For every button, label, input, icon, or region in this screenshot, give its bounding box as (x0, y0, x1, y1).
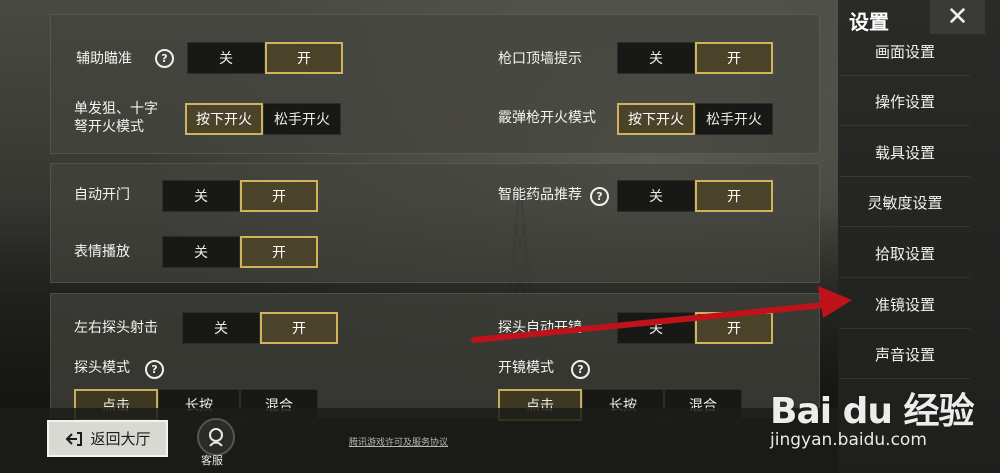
emote-on-button[interactable]: 开 (240, 236, 318, 268)
peek-scope-off-button[interactable]: 关 (617, 312, 695, 344)
aim-assist-toggle: 关 开 (187, 42, 343, 74)
back-to-lobby-label: 返回大厅 (90, 430, 151, 448)
muzzle-wall-toggle: 关 开 (617, 42, 773, 74)
sniper-press-fire-button[interactable]: 按下开火 (185, 103, 263, 135)
peek-fire-on-button[interactable]: 开 (260, 312, 338, 344)
baidu-watermark: Bai du 经验 jingyan.baidu.com (770, 370, 995, 470)
aim-assist-label: 辅助瞄准 (76, 51, 132, 67)
peek-scope-label: 探头自动开镜 (498, 320, 582, 336)
peek-fire-toggle: 关 开 (182, 312, 338, 344)
help-icon[interactable]: ? (571, 360, 590, 379)
sniper-release-fire-button[interactable]: 松手开火 (263, 103, 341, 135)
aim-assist-on-button[interactable]: 开 (265, 42, 343, 74)
sniper-fire-label-line1: 单发狙、十字 (74, 101, 158, 117)
shotgun-press-fire-button[interactable]: 按下开火 (617, 103, 695, 135)
shotgun-fire-label: 霰弹枪开火模式 (498, 110, 596, 126)
sniper-fire-toggle: 按下开火 松手开火 (185, 103, 341, 135)
sidebar-item-sensitivity[interactable]: 灵敏度设置 (840, 178, 970, 227)
emote-toggle: 关 开 (162, 236, 318, 268)
smart-meds-label: 智能药品推荐 (498, 187, 582, 203)
help-icon[interactable]: ? (590, 187, 609, 206)
customer-service-label[interactable]: 客服 (201, 452, 223, 468)
peek-fire-off-button[interactable]: 关 (182, 312, 260, 344)
back-arrow-icon (66, 431, 83, 446)
sidebar-item-vehicle[interactable]: 载具设置 (840, 128, 970, 177)
help-icon[interactable]: ? (155, 49, 174, 68)
peek-scope-toggle: 关 开 (617, 312, 773, 344)
shotgun-fire-toggle: 按下开火 松手开火 (617, 103, 773, 135)
auto-door-toggle: 关 开 (162, 180, 318, 212)
aim-assist-off-button[interactable]: 关 (187, 42, 265, 74)
muzzle-wall-label: 枪口顶墙提示 (498, 51, 582, 67)
sniper-fire-label-line2: 弩开火模式 (74, 119, 144, 135)
smart-meds-on-button[interactable]: 开 (695, 180, 773, 212)
help-icon[interactable]: ? (145, 360, 164, 379)
sidebar-item-scope[interactable]: 准镜设置 (840, 280, 970, 329)
emote-label: 表情播放 (74, 244, 130, 260)
baidu-url: jingyan.baidu.com (770, 430, 927, 450)
auto-door-off-button[interactable]: 关 (162, 180, 240, 212)
license-agreement-link[interactable]: 腾讯游戏许可及服务协议 (349, 435, 448, 448)
smart-meds-toggle: 关 开 (617, 180, 773, 212)
peek-fire-label: 左右探头射击 (74, 320, 158, 336)
smart-meds-off-button[interactable]: 关 (617, 180, 695, 212)
muzzle-wall-off-button[interactable]: 关 (617, 42, 695, 74)
shotgun-release-fire-button[interactable]: 松手开火 (695, 103, 773, 135)
customer-service-icon[interactable] (197, 418, 235, 456)
auto-door-label: 自动开门 (74, 187, 130, 203)
back-to-lobby-button[interactable]: 返回大厅 (47, 420, 168, 457)
sidebar-item-pickup[interactable]: 拾取设置 (840, 229, 970, 278)
emote-off-button[interactable]: 关 (162, 236, 240, 268)
auto-door-on-button[interactable]: 开 (240, 180, 318, 212)
peek-scope-on-button[interactable]: 开 (695, 312, 773, 344)
scope-mode-label: 开镜模式 (498, 360, 554, 376)
muzzle-wall-on-button[interactable]: 开 (695, 42, 773, 74)
sidebar-item-controls[interactable]: 操作设置 (840, 77, 970, 126)
baidu-logo: Bai du 经验 (770, 391, 975, 432)
sidebar-item-graphics[interactable]: 画面设置 (840, 27, 970, 76)
peek-mode-label: 探头模式 (74, 360, 130, 376)
